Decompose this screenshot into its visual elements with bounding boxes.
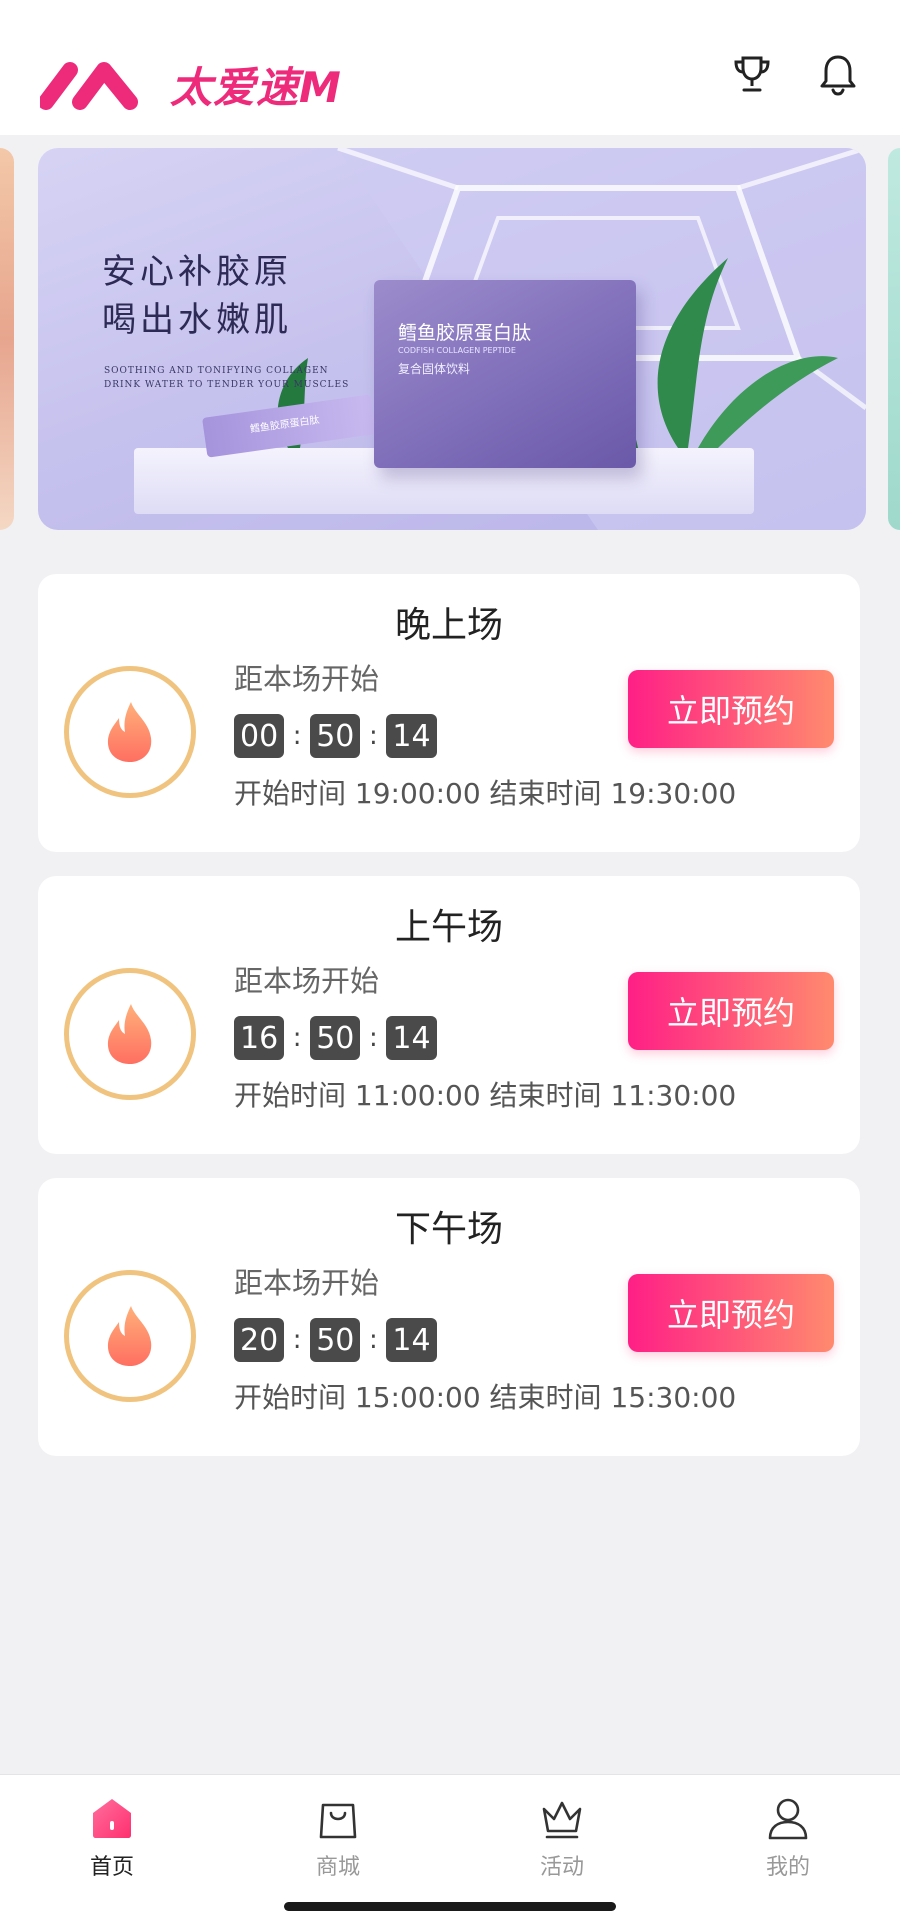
product-box-title: 鳕鱼胶原蛋白肽 [398,322,532,344]
countdown-separator: : [368,721,378,751]
banner-english-2: DRINK WATER TO TENDER YOUR MUSCLES [104,380,350,390]
banner-carousel[interactable]: 鳕鱼胶原蛋白肽 鳕鱼胶原蛋白肽 CODFISH COLLAGEN PEPTIDE… [0,148,900,530]
tab-label: 商城 [315,1855,360,1880]
countdown-seconds: 14 [386,714,437,758]
tab-label: 活动 [539,1855,584,1880]
countdown-timer: 20 : 50 : 14 [234,1318,437,1362]
product-box-en: CODFISH COLLAGEN PEPTIDE [398,346,516,355]
reserve-button[interactable]: 立即预约 [628,1274,834,1352]
app-logo: 太爱速M [40,58,342,112]
banner-next-peek[interactable] [888,148,900,530]
product-stick-text: 鳕鱼胶原蛋白肽 [249,414,321,436]
countdown-minutes: 50 [310,714,361,758]
tab-profile[interactable]: 我的 [718,1795,858,1895]
shopping-bag-icon [319,1803,357,1839]
home-indicator [284,1902,616,1911]
banner-slide[interactable]: 鳕鱼胶原蛋白肽 鳕鱼胶原蛋白肽 CODFISH COLLAGEN PEPTIDE… [38,148,866,530]
countdown-separator: : [292,1325,302,1355]
product-box-image: 鳕鱼胶原蛋白肽 CODFISH COLLAGEN PEPTIDE 复合固体饮料 [374,280,636,468]
banner-headline-1: 安心补胶原 [102,252,292,292]
logo-text: 太爱速M [170,62,342,112]
session-card-afternoon: 下午场 距本场开始 20 : 50 : 14 开始时间 15:00:00 结束时… [38,1178,860,1456]
user-icon [768,1798,808,1840]
countdown-hours: 20 [234,1318,285,1362]
session-card-evening: 晚上场 距本场开始 00 : 50 : 14 开始时间 19:00:00 结束时… [38,574,860,852]
app-header: 太爱速M [0,0,900,135]
countdown-separator: : [368,1325,378,1355]
session-time-range: 开始时间 15:00:00 结束时间 15:30:00 [234,1381,737,1414]
countdown-separator: : [292,721,302,751]
countdown-timer: 00 : 50 : 14 [234,714,437,758]
crown-icon [542,1801,582,1839]
home-icon [93,1799,131,1838]
tab-mall[interactable]: 商城 [268,1795,408,1895]
countdown-seconds: 14 [386,1016,437,1060]
reserve-button[interactable]: 立即预约 [628,670,834,748]
countdown-minutes: 50 [310,1318,361,1362]
trophy-icon[interactable] [730,52,774,96]
product-box-subtitle: 复合固体饮料 [398,362,471,376]
banner-headline-2: 喝出水嫩肌 [102,300,292,340]
session-title: 上午场 [394,907,503,948]
countdown-timer: 16 : 50 : 14 [234,1016,437,1060]
fire-badge [64,666,196,798]
reserve-button[interactable]: 立即预约 [628,972,834,1050]
tab-label: 我的 [765,1855,810,1880]
banner-english-1: SOOTHING AND TONIFYING COLLAGEN [104,366,329,376]
countdown-label: 距本场开始 [234,964,380,998]
countdown-hours: 16 [234,1016,285,1060]
countdown-hours: 00 [234,714,285,758]
fire-icon [107,1306,152,1366]
countdown-label: 距本场开始 [234,662,380,696]
session-title: 晚上场 [394,605,503,646]
banner-prev-peek[interactable] [0,148,14,530]
countdown-minutes: 50 [310,1016,361,1060]
bell-icon[interactable] [816,52,860,96]
logo-mark-icon [40,62,138,110]
session-card-morning: 上午场 距本场开始 16 : 50 : 14 开始时间 11:00:00 结束时… [38,876,860,1154]
fire-icon [107,1004,152,1064]
tab-home[interactable]: 首页 [42,1795,182,1895]
tab-label: 首页 [89,1855,134,1880]
tab-activity[interactable]: 活动 [492,1795,632,1895]
countdown-separator: : [292,1023,302,1053]
fire-badge [64,968,196,1100]
session-title: 下午场 [394,1209,503,1250]
countdown-separator: : [368,1023,378,1053]
fire-icon [107,702,152,762]
session-time-range: 开始时间 19:00:00 结束时间 19:30:00 [234,777,737,810]
fire-badge [64,1270,196,1402]
session-time-range: 开始时间 11:00:00 结束时间 11:30:00 [234,1079,737,1112]
countdown-seconds: 14 [386,1318,437,1362]
countdown-label: 距本场开始 [234,1266,380,1300]
